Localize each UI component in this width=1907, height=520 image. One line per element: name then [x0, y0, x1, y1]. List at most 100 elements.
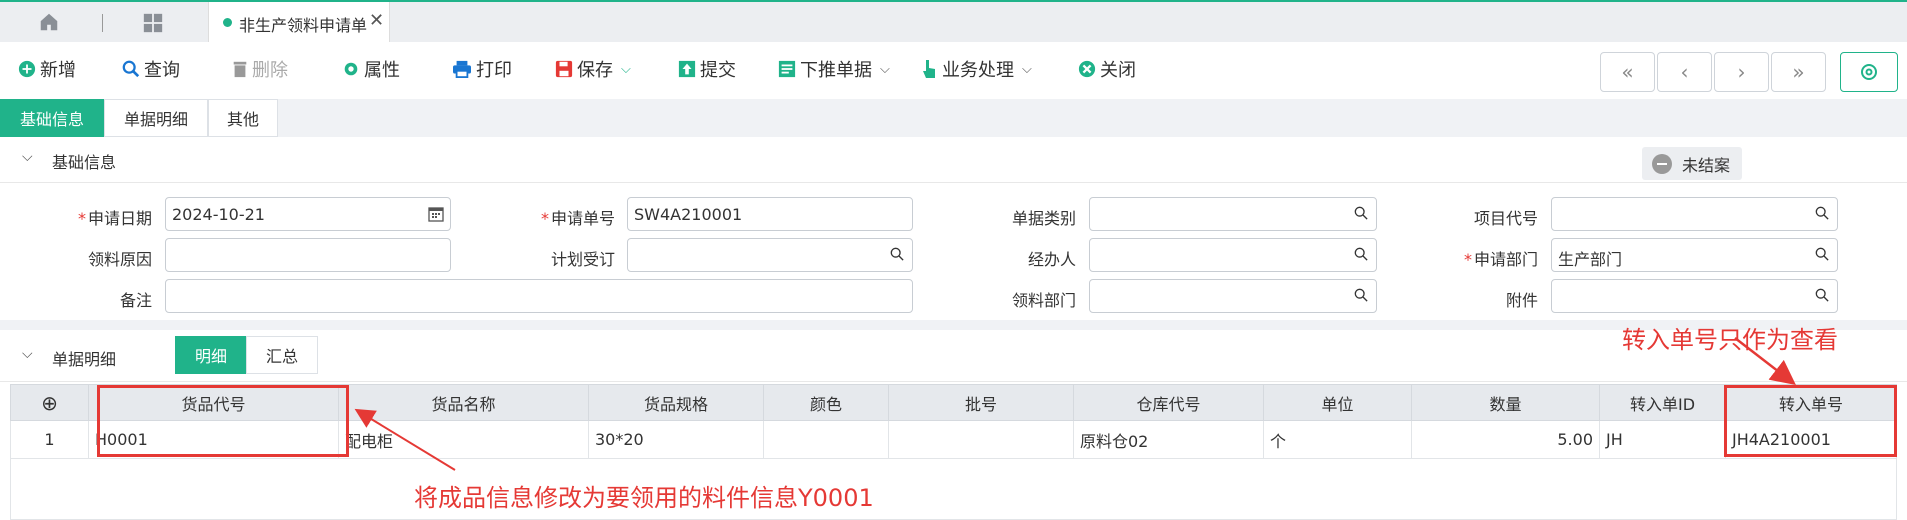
save-button[interactable]: 保存 ⌵ — [555, 55, 631, 83]
project-code-field[interactable] — [1551, 197, 1838, 231]
cell-warehouse[interactable]: 原料仓02 — [1073, 420, 1264, 459]
chevron-down-icon[interactable]: ⌵ — [22, 149, 33, 165]
cell-batch[interactable] — [888, 420, 1074, 459]
chevron-down-icon[interactable]: ⌵ — [1022, 62, 1032, 77]
push-down-label: 下推单据 — [800, 60, 872, 81]
column-header[interactable]: 颜色 — [763, 384, 889, 421]
gear-icon — [1861, 64, 1877, 80]
double-chevron-left-icon: « — [1621, 60, 1634, 84]
calendar-icon[interactable] — [428, 206, 444, 222]
search-icon[interactable] — [1354, 206, 1368, 220]
chevron-down-icon[interactable]: ⌵ — [621, 62, 631, 77]
query-button[interactable]: 查询 — [122, 55, 180, 83]
column-header[interactable]: 货品规格 — [588, 384, 764, 421]
apply-date-field[interactable]: 2024-10-21 — [165, 197, 451, 231]
close-circle-icon — [1078, 60, 1096, 78]
status-badge-label: 未结案 — [1682, 155, 1731, 175]
column-header[interactable]: 批号 — [888, 384, 1074, 421]
cell-spec[interactable]: 30*20 — [588, 420, 764, 459]
handler-field[interactable] — [1089, 238, 1377, 272]
attachment-field[interactable] — [1551, 279, 1838, 313]
reason-field[interactable] — [165, 238, 451, 272]
apply-no-field[interactable]: SW4A210001 — [627, 197, 913, 231]
search-icon[interactable] — [1354, 247, 1368, 261]
row-number: 1 — [10, 420, 89, 459]
add-label: 新增 — [40, 60, 76, 81]
pick-dept-label: 领料部门 — [1011, 291, 1076, 310]
apply-date-label: * 申请日期 — [42, 205, 152, 229]
tab-non-production-requisition[interactable]: 非生产领料申请单 ✕ — [208, 2, 390, 42]
search-icon[interactable] — [1354, 288, 1368, 302]
home-icon[interactable] — [38, 11, 60, 33]
print-label: 打印 — [476, 60, 512, 81]
tab-detail-lines[interactable]: 明细 — [175, 336, 247, 374]
active-dot-icon — [223, 18, 232, 27]
highlight-box-src-no — [1724, 385, 1897, 457]
remark-field[interactable] — [165, 279, 913, 313]
printer-icon — [453, 60, 471, 78]
apply-no-label: * 申请单号 — [505, 205, 615, 229]
cell-name[interactable]: 配电柜 — [338, 420, 589, 459]
plus-circle-icon[interactable]: ⊕ — [41, 391, 58, 415]
delete-label: 删除 — [252, 60, 288, 81]
close-button[interactable]: 关闭 — [1078, 55, 1136, 83]
tab-doc-detail[interactable]: 单据明细 — [104, 99, 208, 137]
handler-label: 经办人 — [1027, 250, 1076, 269]
add-button[interactable]: 新增 — [18, 55, 76, 83]
submit-button[interactable]: 提交 — [678, 55, 736, 83]
search-icon[interactable] — [890, 247, 904, 261]
properties-label: 属性 — [364, 60, 400, 81]
pick-dept-field[interactable] — [1089, 279, 1377, 313]
tab-close-icon[interactable]: ✕ — [369, 10, 384, 31]
cell-unit[interactable]: 个 — [1263, 420, 1412, 459]
plan-order-field[interactable] — [627, 238, 913, 272]
tab-summary[interactable]: 汇总 — [246, 336, 318, 374]
tab-basic-info[interactable]: 基础信息 — [0, 99, 104, 137]
apps-grid-icon[interactable] — [142, 12, 164, 34]
chevron-down-icon[interactable]: ⌵ — [880, 62, 890, 77]
search-icon[interactable] — [1815, 288, 1829, 302]
delete-button[interactable]: 删除 — [232, 55, 288, 83]
toolbar: 新增 查询 删除 属性 打印 保存 ⌵ 提交 下推单据 ⌵ 业务处理 ⌵ 关闭 … — [0, 42, 1907, 99]
prev-record-button[interactable]: ‹ — [1657, 52, 1712, 92]
search-icon[interactable] — [1815, 206, 1829, 220]
minus-circle-icon — [1652, 153, 1672, 174]
floppy-disk-icon — [555, 60, 573, 78]
next-record-button[interactable]: › — [1714, 52, 1769, 92]
cell-src-id[interactable]: JH — [1599, 420, 1726, 459]
search-icon[interactable] — [1815, 247, 1829, 261]
cell-color[interactable] — [763, 420, 889, 459]
pointer-hand-icon — [923, 60, 935, 78]
cell-qty[interactable]: 5.00 — [1411, 420, 1600, 459]
first-record-button[interactable]: « — [1600, 52, 1655, 92]
section-title: 单据明细 — [52, 350, 117, 369]
column-header[interactable]: 转入单ID — [1599, 384, 1726, 421]
add-row-header[interactable]: ⊕ — [10, 384, 89, 421]
push-down-button[interactable]: 下推单据 ⌵ — [778, 55, 890, 83]
trash-icon — [233, 61, 247, 78]
apply-dept-field[interactable]: 生产部门 — [1551, 238, 1838, 272]
gear-icon — [344, 62, 358, 76]
tab-other[interactable]: 其他 — [208, 99, 278, 137]
required-asterisk: * — [1463, 250, 1472, 269]
doc-type-label: 单据类别 — [1011, 209, 1076, 228]
status-badge: 未结案 — [1642, 147, 1742, 180]
column-header[interactable]: 数量 — [1411, 384, 1600, 421]
last-record-button[interactable]: » — [1771, 52, 1826, 92]
settings-button[interactable] — [1840, 52, 1898, 92]
column-header[interactable]: 仓库代号 — [1073, 384, 1264, 421]
print-button[interactable]: 打印 — [452, 55, 512, 83]
section-title: 基础信息 — [52, 153, 117, 172]
section-divider — [0, 320, 1907, 330]
reason-label: 领料原因 — [87, 250, 152, 269]
apply-dept-label: * 申请部门 — [1428, 246, 1538, 270]
chevron-down-icon[interactable]: ⌵ — [22, 346, 33, 362]
column-header[interactable]: 单位 — [1263, 384, 1412, 421]
basic-info-header[interactable]: ⌵ 基础信息 — [0, 137, 1907, 183]
column-header[interactable]: 货品名称 — [338, 384, 589, 421]
properties-button[interactable]: 属性 — [342, 55, 400, 83]
highlight-box-code — [97, 385, 349, 457]
double-chevron-right-icon: » — [1792, 60, 1805, 84]
business-button[interactable]: 业务处理 ⌵ — [922, 55, 1032, 83]
doc-type-field[interactable] — [1089, 197, 1377, 231]
